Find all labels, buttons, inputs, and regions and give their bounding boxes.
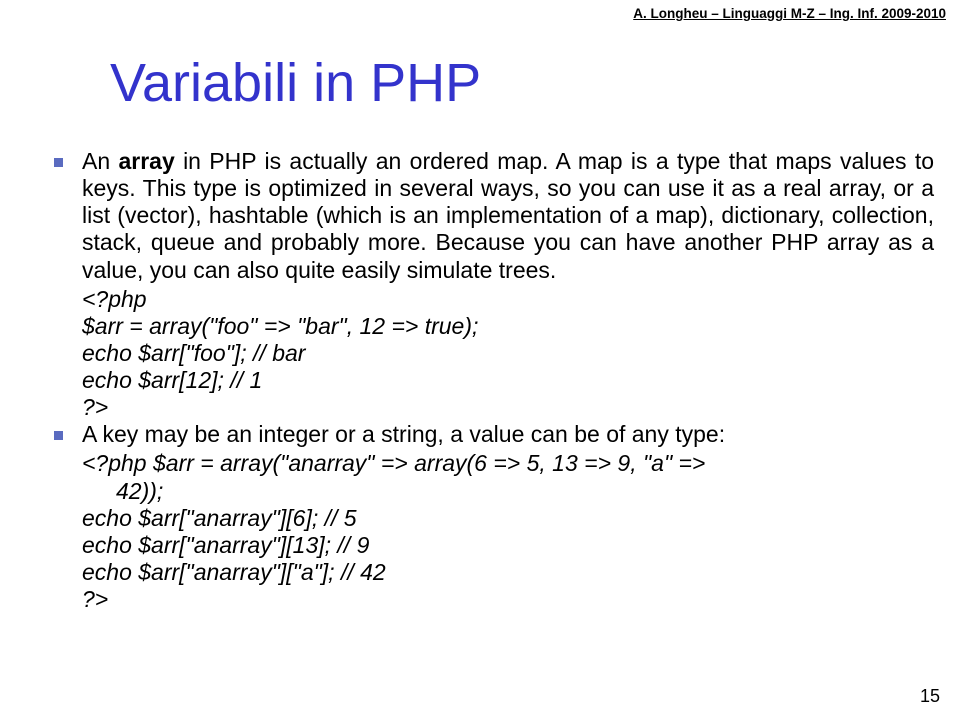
- code-line: echo $arr[12]; // 1: [82, 367, 934, 394]
- code-line: echo $arr["anarray"][6]; // 5: [82, 505, 934, 532]
- code-block-2: <?php $arr = array("anarray" => array(6 …: [48, 450, 934, 613]
- code-block-1: <?php $arr = array("foo" => "bar", 12 =>…: [48, 286, 934, 422]
- code-line: echo $arr["anarray"][13]; // 9: [82, 532, 934, 559]
- code-line: <?php $arr = array("anarray" => array(6 …: [82, 450, 934, 477]
- slide-body: An array in PHP is actually an ordered m…: [48, 148, 934, 613]
- code-line: ?>: [82, 394, 934, 421]
- bullet-item-1: An array in PHP is actually an ordered m…: [48, 148, 934, 284]
- bullet-item-2: A key may be an integer or a string, a v…: [48, 421, 934, 448]
- text-fragment: A key may be an integer or a string, a v…: [82, 421, 725, 447]
- text-fragment: An: [82, 148, 118, 174]
- slide-title: Variabili in PHP: [110, 52, 481, 114]
- slide: A. Longheu – Linguaggi M-Z – Ing. Inf. 2…: [0, 0, 960, 719]
- code-line: echo $arr["anarray"]["a"]; // 42: [82, 559, 934, 586]
- text-fragment: in PHP is actually an ordered map. A map…: [82, 148, 934, 283]
- code-line: echo $arr["foo"]; // bar: [82, 340, 934, 367]
- code-line: $arr = array("foo" => "bar", 12 => true)…: [82, 313, 934, 340]
- code-line: ?>: [82, 586, 934, 613]
- code-line: <?php: [82, 286, 934, 313]
- square-bullet-icon: [54, 158, 63, 167]
- code-line: 42));: [82, 478, 934, 505]
- page-number: 15: [920, 686, 940, 707]
- square-bullet-icon: [54, 431, 63, 440]
- course-header: A. Longheu – Linguaggi M-Z – Ing. Inf. 2…: [633, 6, 946, 21]
- bold-array-word: array: [118, 148, 174, 174]
